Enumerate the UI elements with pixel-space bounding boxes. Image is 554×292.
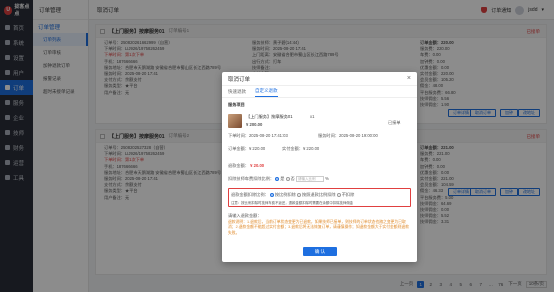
ratio-option-c-radio[interactable] <box>336 192 341 197</box>
ratio-option-b-radio[interactable] <box>297 192 301 197</box>
refund-value: ¥ 20.00 <box>250 163 265 168</box>
cancel-order-modal: 取消订单 × 快速退款 自定义退款 服务项目 【上门服务】按摩服务01 x1 ¥… <box>222 72 417 262</box>
order-amount: 订单金额：¥ 220.00 <box>228 146 266 151</box>
warn-row: 退款金额扣除比例： 按比例扣除 按照退款比例扣除 不扣除 <box>231 192 411 198</box>
product-name: 【上门服务】按摩服务01 <box>246 114 293 119</box>
modal-title: 取消订单 <box>228 76 251 83</box>
ratio-option-a-label: 按比例扣除 <box>274 192 296 197</box>
refund-tabs: 快速退款 自定义退款 <box>222 86 417 98</box>
deduct-row: 扣除技师车费扣除比例： 是 否 请输入比例 % <box>228 176 329 182</box>
deduct-no-radio[interactable] <box>285 177 290 181</box>
product-price: ¥ 200.00 <box>246 122 263 127</box>
product-thumbnail <box>228 114 242 128</box>
close-icon[interactable]: × <box>407 75 411 82</box>
product-qty: x1 <box>310 114 315 119</box>
section-label: 服务项目 <box>228 102 245 107</box>
warn-label: 退款金额扣除比例： <box>231 192 269 197</box>
deduct-unit: % <box>325 176 329 182</box>
cancel-reason-label: 请输入退款金额： <box>228 213 262 218</box>
deduct-yes-label: 是 <box>280 176 285 182</box>
warn-note: 注意：按比例扣除时技师车费不返还，退款金额扣除时需要在余额中扣除技师佣金 <box>231 201 354 205</box>
refund-amount-row: 退款金额： ¥ 20.00 <box>228 163 264 169</box>
ratio-option-a-radio[interactable] <box>269 192 274 197</box>
confirm-button[interactable]: 确 认 <box>303 247 337 256</box>
refund-label: 退款金额： <box>228 163 249 168</box>
service-time: 服务时间：2025-08-20 19:00:00 <box>318 133 378 138</box>
ratio-option-b-label: 按照退款比例扣除 <box>302 192 336 197</box>
ratio-option-c-label: 不扣除 <box>341 192 355 197</box>
modal-title-bar: 取消订单 × <box>222 72 417 86</box>
deduct-label: 扣除技师车费扣除比例： <box>228 176 275 182</box>
tab-custom-refund[interactable]: 自定义退款 <box>255 88 278 97</box>
product-status: 已接单 <box>388 120 401 125</box>
paid-amount: 实付金额：¥ 220.00 <box>282 146 320 151</box>
deduct-ratio-input[interactable]: 请输入比例 <box>296 176 324 182</box>
deduct-no-label: 否 <box>290 176 295 182</box>
tab-quick-refund[interactable]: 快速退款 <box>228 89 246 97</box>
refund-ratio-box: 退款金额扣除比例： 按比例扣除 按照退款比例扣除 不扣除 注意：按比例扣除时技师… <box>228 188 411 207</box>
refund-notice: 退款说明：1.退款后，当前订单状态变更为已退款，如果技师已接单，则技师的订单状态… <box>228 220 409 235</box>
order-time: 下单时间：2025-08-20 17:41:03 <box>228 133 288 138</box>
deduct-yes-radio[interactable] <box>275 177 280 181</box>
